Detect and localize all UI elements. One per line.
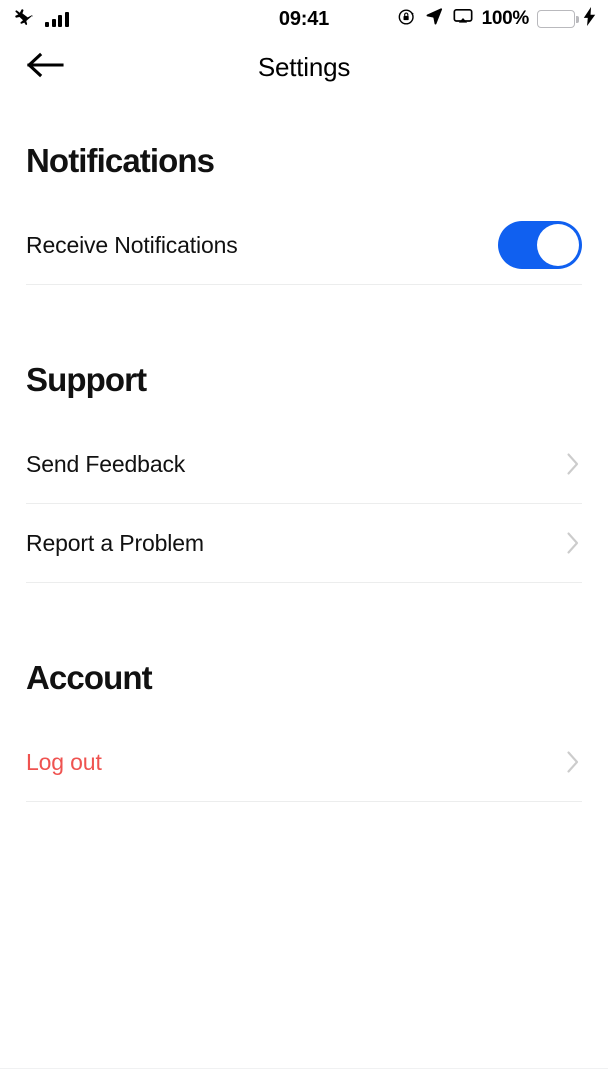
status-bar-right: 100% bbox=[397, 7, 596, 32]
rotation-lock-icon bbox=[397, 7, 417, 32]
section-account: Account Log out bbox=[26, 583, 582, 802]
airplay-screen-mirroring-icon bbox=[452, 7, 474, 32]
section-notifications: Notifications Receive Notifications bbox=[26, 96, 582, 285]
toggle-knob bbox=[537, 224, 579, 266]
battery-icon bbox=[537, 10, 579, 28]
chevron-right-icon bbox=[566, 452, 580, 476]
row-report-a-problem[interactable]: Report a Problem bbox=[26, 504, 582, 583]
chevron-right-icon bbox=[566, 531, 580, 555]
charging-bolt-icon bbox=[583, 7, 596, 31]
section-title-support: Support bbox=[26, 361, 147, 398]
settings-content: Notifications Receive Notifications Supp… bbox=[0, 96, 608, 802]
status-bar: 09:41 100% bbox=[0, 0, 608, 38]
row-send-feedback[interactable]: Send Feedback bbox=[26, 425, 582, 504]
cellular-signal-icon bbox=[45, 11, 69, 27]
log-out-label: Log out bbox=[26, 748, 102, 775]
navigation-bar: Settings bbox=[0, 38, 608, 96]
location-arrow-icon bbox=[425, 7, 444, 31]
status-bar-left bbox=[14, 7, 69, 32]
chevron-right-icon bbox=[566, 750, 580, 774]
row-log-out[interactable]: Log out bbox=[26, 723, 582, 802]
battery-percentage: 100% bbox=[481, 8, 530, 29]
section-title-notifications: Notifications bbox=[26, 142, 215, 179]
receive-notifications-toggle[interactable] bbox=[498, 221, 582, 269]
back-button[interactable] bbox=[22, 48, 68, 86]
row-label: Send Feedback bbox=[26, 450, 186, 477]
section-title-account: Account bbox=[26, 659, 153, 696]
page-title: Settings bbox=[257, 51, 351, 82]
row-label: Report a Problem bbox=[26, 529, 204, 556]
arrow-left-icon bbox=[25, 50, 65, 85]
row-label: Receive Notifications bbox=[26, 231, 238, 258]
bottom-divider bbox=[0, 1068, 608, 1069]
row-receive-notifications[interactable]: Receive Notifications bbox=[26, 206, 582, 285]
section-support: Support Send Feedback Report a Problem bbox=[26, 285, 582, 583]
airplane-mode-icon bbox=[14, 7, 36, 32]
